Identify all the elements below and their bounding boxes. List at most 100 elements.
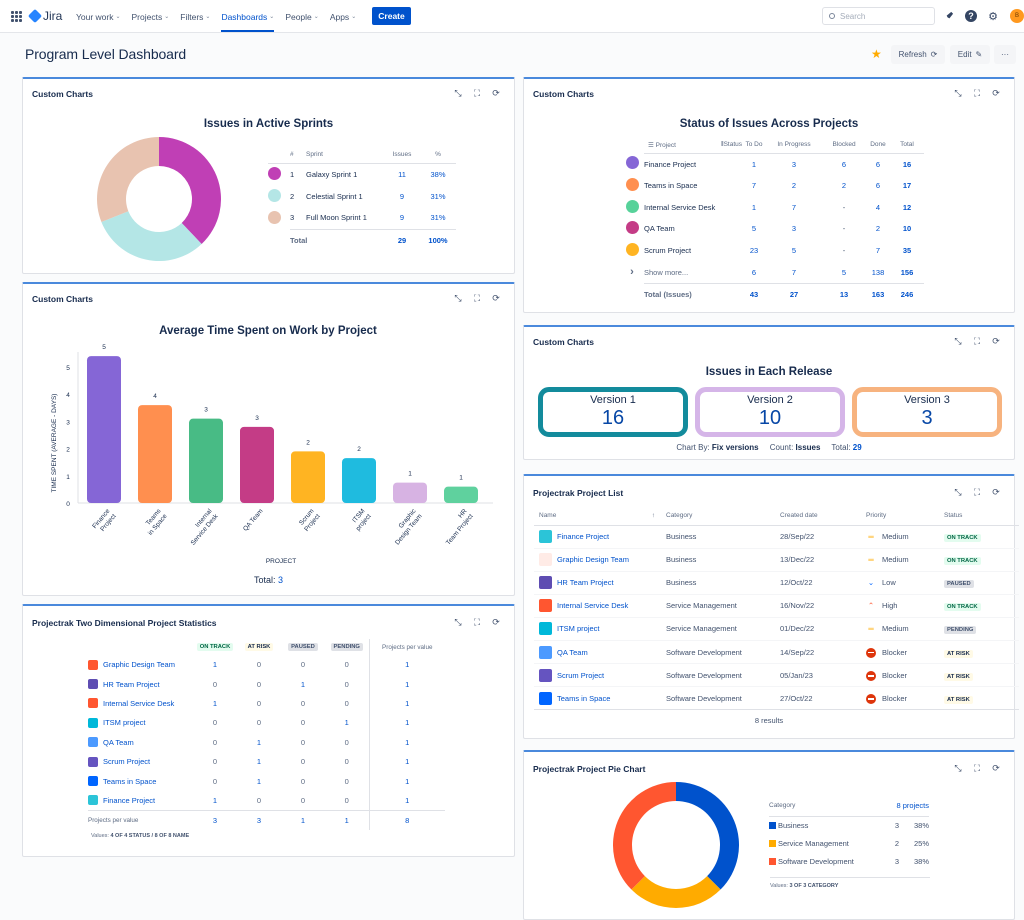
project-link[interactable]: ITSM project	[539, 622, 661, 636]
cell-value[interactable]: 1	[193, 791, 237, 810]
project-link[interactable]: Teams in Space	[539, 691, 661, 705]
projects-count[interactable]: 8 projects	[879, 796, 929, 817]
user-avatar[interactable]: B	[1010, 9, 1024, 23]
category-legend-row[interactable]: Software Development 3 38%	[769, 852, 929, 870]
cell-todo[interactable]: 6	[742, 261, 766, 283]
footer-total[interactable]: 8	[368, 809, 445, 830]
project-link[interactable]: Scrum Project	[539, 668, 661, 682]
refresh-icon[interactable]: ⟳	[491, 617, 501, 628]
col-category[interactable]: Category	[661, 506, 775, 526]
total-inprogress[interactable]: 27	[766, 282, 822, 305]
bar[interactable]	[87, 356, 121, 503]
minimize-icon[interactable]: ⤡	[453, 617, 463, 628]
refresh-button[interactable]: Refresh ⟳	[891, 45, 945, 64]
bar[interactable]	[189, 418, 223, 503]
refresh-icon[interactable]: ⟳	[991, 336, 1001, 347]
minimize-icon[interactable]: ⤡	[953, 487, 963, 498]
maximize-icon[interactable]: ⛶	[972, 88, 982, 99]
row-total[interactable]: 1	[368, 674, 445, 694]
nav-item-projects[interactable]: Projects ⌄	[132, 0, 170, 33]
row-total[interactable]: 1	[368, 790, 445, 811]
cell-done[interactable]: 2	[866, 218, 890, 240]
cell-value[interactable]: 1	[281, 674, 325, 693]
cell-value[interactable]: 1	[237, 733, 281, 752]
release-box[interactable]: Version 2 10	[695, 387, 845, 437]
bar[interactable]	[342, 458, 376, 503]
project-link[interactable]: ITSM project	[88, 717, 193, 728]
nav-item-dashboards[interactable]: Dashboards ⌄	[221, 0, 274, 33]
cell-value[interactable]: 1	[193, 655, 237, 674]
project-link[interactable]: Graphic Design Team	[88, 659, 193, 670]
cell-done[interactable]: 4	[866, 196, 890, 218]
show-more-link[interactable]: Show more...	[644, 261, 742, 283]
cell-inprogress[interactable]: 5	[766, 240, 822, 262]
project-link[interactable]: HR Team Project	[88, 679, 193, 690]
bar[interactable]	[138, 405, 172, 503]
edit-button[interactable]: Edit ✎	[950, 45, 990, 64]
cell-value[interactable]: 1	[237, 752, 281, 771]
favorite-star-icon[interactable]: ★	[871, 47, 882, 61]
refresh-icon[interactable]: ⟳	[991, 763, 1001, 774]
total-issues[interactable]: 29	[384, 228, 420, 251]
cell-inprogress[interactable]: 7	[766, 261, 822, 283]
footer-value[interactable]: 1	[325, 809, 369, 830]
project-link[interactable]: Teams in Space	[88, 776, 193, 787]
footer-value[interactable]: 1	[281, 809, 325, 830]
col-name[interactable]: Name ↑	[534, 506, 661, 526]
project-link[interactable]: Internal Service Desk	[539, 599, 661, 613]
total-todo[interactable]: 43	[742, 282, 766, 305]
cell-total[interactable]: 12	[890, 196, 924, 218]
total-total[interactable]: 246	[890, 282, 924, 305]
bar[interactable]	[240, 426, 274, 503]
refresh-icon[interactable]: ⟳	[491, 293, 501, 304]
cell-value[interactable]: 1	[193, 694, 237, 713]
category-legend-row[interactable]: Service Management 2 25%	[769, 834, 929, 852]
category-slice[interactable]	[613, 782, 676, 890]
cell-done[interactable]: 7	[866, 240, 890, 262]
notifications-icon[interactable]	[941, 9, 955, 23]
sprint-slice[interactable]	[159, 137, 221, 245]
maximize-icon[interactable]: ⛶	[972, 487, 982, 498]
cell-total[interactable]: 35	[890, 240, 924, 262]
settings-gear-icon[interactable]: ⚙	[986, 9, 1000, 23]
sprint-row[interactable]: 2 Celestial Sprint 1 9 31%	[268, 185, 456, 207]
total-done[interactable]: 163	[866, 282, 890, 305]
minimize-icon[interactable]: ⤡	[453, 88, 463, 99]
sprint-issues[interactable]: 11	[384, 163, 420, 185]
col-status[interactable]: ⦀Status	[706, 137, 742, 154]
show-more-row[interactable]: › Show more... 6 7 5 138 156	[620, 261, 924, 283]
nav-item-filters[interactable]: Filters ⌄	[180, 0, 210, 33]
cell-todo[interactable]: 1	[742, 153, 766, 175]
refresh-icon[interactable]: ⟳	[991, 88, 1001, 99]
cell-inprogress[interactable]: 3	[766, 153, 822, 175]
col-project[interactable]: ☰ Project	[644, 137, 706, 154]
release-box[interactable]: Version 1 16	[538, 387, 688, 437]
sprint-issues[interactable]: 9	[384, 185, 420, 207]
total-blocked[interactable]: 13	[822, 282, 866, 305]
cell-total[interactable]: 156	[890, 261, 924, 283]
maximize-icon[interactable]: ⛶	[972, 763, 982, 774]
category-slice[interactable]	[676, 782, 739, 890]
cell-value[interactable]: 1	[237, 771, 281, 790]
row-total[interactable]: 1	[368, 693, 445, 714]
minimize-icon[interactable]: ⤡	[953, 88, 963, 99]
bar[interactable]	[393, 482, 427, 503]
more-actions-button[interactable]: ···	[994, 45, 1016, 64]
maximize-icon[interactable]: ⛶	[972, 336, 982, 347]
row-total[interactable]: 1	[368, 751, 445, 772]
sprint-slice[interactable]	[97, 137, 159, 222]
project-link[interactable]: QA Team	[88, 737, 193, 748]
footer-value[interactable]: 3	[237, 809, 281, 830]
cell-inprogress[interactable]: 3	[766, 218, 822, 240]
cell-value[interactable]: 1	[325, 713, 369, 732]
release-count[interactable]: 16	[543, 407, 683, 430]
nav-item-people[interactable]: People ⌄	[285, 0, 319, 33]
cell-todo[interactable]: 23	[742, 240, 766, 262]
minimize-icon[interactable]: ⤡	[453, 293, 463, 304]
category-slice[interactable]	[631, 876, 721, 908]
help-icon[interactable]: ?	[965, 10, 977, 22]
cell-done[interactable]: 6	[866, 175, 890, 197]
nav-item-your-work[interactable]: Your work ⌄	[76, 0, 121, 33]
cell-total[interactable]: 16	[890, 153, 924, 175]
sprint-issues[interactable]: 9	[384, 207, 420, 229]
